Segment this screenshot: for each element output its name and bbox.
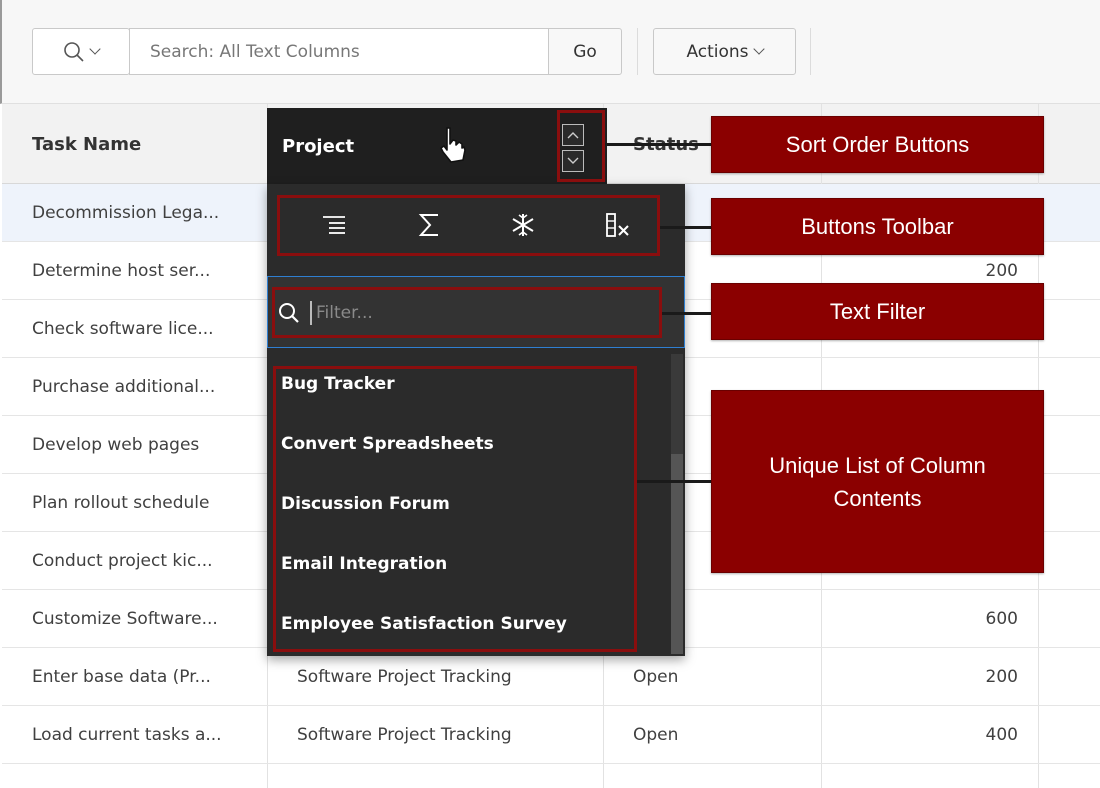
project-cell: Software Project Tracking	[297, 667, 512, 687]
search-input[interactable]: Search: All Text Columns	[129, 28, 549, 75]
report-toolbar: Search: All Text Columns Go Actions	[0, 0, 1100, 104]
sort-order-highlight	[557, 110, 605, 182]
actions-label: Actions	[686, 41, 749, 62]
unique-list-connector	[637, 480, 711, 483]
text-filter-callout: Text Filter	[711, 283, 1044, 340]
toolbar-divider	[810, 28, 811, 75]
text-filter-connector	[662, 312, 711, 315]
search-icon	[64, 41, 84, 62]
list-scrollbar-thumb[interactable]	[671, 454, 683, 654]
hand-cursor-icon	[440, 127, 466, 163]
sort-order-callout: Sort Order Buttons	[711, 116, 1044, 173]
toolbar-divider	[637, 28, 638, 75]
buttons-toolbar-callout: Buttons Toolbar	[711, 198, 1044, 255]
text-filter-highlight	[272, 287, 662, 338]
chevron-down-icon	[89, 43, 101, 55]
status-cell: Open	[633, 667, 679, 687]
unique-list-highlight	[273, 366, 637, 652]
table-row[interactable]: Load current tasks a... Software Project…	[2, 706, 1100, 764]
table-row[interactable]: Enter base data (Pr... Software Project …	[2, 648, 1100, 706]
search-column-selector[interactable]	[32, 28, 130, 75]
sort-order-connector	[605, 143, 711, 146]
project-cell: Software Project Tracking	[297, 725, 512, 745]
task-name-cell: Load current tasks a...	[32, 725, 222, 745]
go-button[interactable]: Go	[548, 28, 622, 75]
buttons-toolbar-connector	[660, 226, 711, 229]
task-name-cell: Develop web pages	[32, 435, 200, 455]
status-cell: Open	[633, 725, 679, 745]
task-name-cell: Customize Software...	[32, 609, 218, 629]
value-cell: 400	[985, 725, 1018, 745]
task-name-cell: Determine host ser...	[32, 261, 211, 281]
column-header-project: Project	[282, 135, 355, 157]
task-name-cell: Conduct project kic...	[32, 551, 213, 571]
task-name-cell: Check software lice...	[32, 319, 214, 339]
search-placeholder: Search: All Text Columns	[150, 41, 360, 62]
task-name-cell: Purchase additional...	[32, 377, 216, 397]
column-header-task-name[interactable]: Task Name	[2, 104, 267, 184]
value-cell: 200	[985, 667, 1018, 687]
chevron-down-icon	[752, 43, 765, 55]
task-name-cell: Decommission Lega...	[32, 203, 220, 223]
actions-button[interactable]: Actions	[653, 28, 796, 75]
value-cell: 600	[985, 609, 1018, 629]
unique-list-callout: Unique List of Column Contents	[711, 390, 1044, 573]
task-name-cell: Enter base data (Pr...	[32, 667, 211, 687]
task-name-cell: Plan rollout schedule	[32, 493, 210, 513]
buttons-toolbar-highlight	[277, 195, 660, 256]
